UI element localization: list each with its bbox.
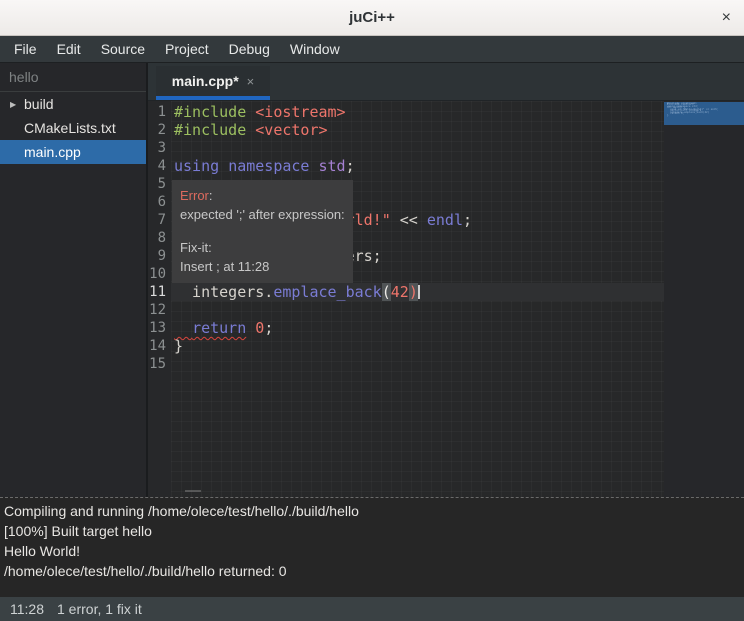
code-token (246, 103, 255, 121)
code-token (246, 121, 255, 139)
code-line[interactable]: #include <vector> (171, 121, 664, 139)
tab-bar: main.cpp* × (148, 63, 744, 101)
menu-item-debug[interactable]: Debug (219, 37, 280, 61)
output-line: Hello World! (4, 541, 744, 561)
output-panel[interactable]: Compiling and running /home/olece/test/h… (0, 497, 744, 597)
line-number: 12 (148, 301, 171, 319)
code-line[interactable]: integers.emplace_back(42) (171, 283, 664, 301)
menu-item-source[interactable]: Source (91, 37, 155, 61)
error-label: Error (180, 188, 209, 203)
pane-resize-handle[interactable] (185, 490, 201, 492)
line-number: 3 (148, 139, 171, 157)
code-line[interactable]: return 0; (171, 319, 664, 337)
code-token: 42 (391, 283, 409, 301)
diagnostics-status[interactable]: 1 error, 1 fix it (57, 601, 142, 617)
line-number: 1 (148, 103, 171, 121)
line-number: 6 (148, 193, 171, 211)
menu-item-project[interactable]: Project (155, 37, 219, 61)
status-bar: 11:28 1 error, 1 fix it (0, 597, 744, 621)
tooltip-fixit-text: Insert ; at 11:28 (180, 257, 345, 276)
code-text-area[interactable]: #include <iostream>#include <vector>usin… (171, 101, 664, 497)
code-editor[interactable]: 123456789101112131415 #include <iostream… (148, 101, 744, 497)
code-token (246, 319, 255, 337)
code-line[interactable] (171, 355, 664, 373)
code-token: <iostream> (255, 103, 345, 121)
output-line: Compiling and running /home/olece/test/h… (4, 501, 744, 521)
line-number: 10 (148, 265, 171, 283)
code-token: #include (174, 103, 246, 121)
code-token: integers. (174, 283, 273, 301)
editor-region: main.cpp* × 123456789101112131415 #inclu… (148, 63, 744, 497)
line-number: 14 (148, 337, 171, 355)
expander-icon[interactable]: ▶ (10, 100, 24, 109)
line-number-gutter: 123456789101112131415 (148, 101, 171, 497)
code-token: endl (427, 211, 463, 229)
minimap-viewport[interactable]: #include <iostream>#include <vector>usin… (664, 102, 744, 125)
code-token: namespace (228, 157, 309, 175)
code-token: } (174, 337, 183, 355)
sidebar-item-cmakelists-txt[interactable]: CMakeLists.txt (0, 116, 146, 140)
tab-main-cpp[interactable]: main.cpp* × (156, 66, 270, 100)
sidebar-item-main-cpp[interactable]: main.cpp (0, 140, 146, 164)
line-number: 11 (148, 283, 171, 301)
code-token: std (319, 157, 346, 175)
line-number: 7 (148, 211, 171, 229)
tooltip-fixit-label: Fix-it: (180, 238, 345, 257)
line-number: 4 (148, 157, 171, 175)
menu-item-window[interactable]: Window (280, 37, 350, 61)
tooltip-message: expected ';' after expression: (180, 205, 345, 224)
code-token (174, 319, 192, 337)
code-token: 0 (255, 319, 264, 337)
line-number: 13 (148, 319, 171, 337)
file-label: CMakeLists.txt (24, 120, 116, 136)
diagnostic-tooltip: Error: expected ';' after expression: Fi… (172, 180, 353, 283)
main-area: hello ▶build CMakeLists.txt main.cpp main.… (0, 62, 744, 497)
code-token: emplace_back (273, 283, 381, 301)
error-colon: : (209, 188, 213, 203)
code-line[interactable] (171, 139, 664, 157)
code-token: <vector> (255, 121, 327, 139)
code-token: ( (382, 283, 391, 301)
file-tree: ▶build CMakeLists.txt main.cpp (0, 92, 146, 164)
text-cursor (418, 285, 420, 299)
cursor-position: 11:28 (10, 601, 44, 617)
output-line: [100%] Built target hello (4, 521, 744, 541)
code-token: ; (264, 319, 273, 337)
line-number: 8 (148, 229, 171, 247)
line-number: 15 (148, 355, 171, 373)
code-line[interactable]: } (171, 337, 664, 355)
tooltip-error-row: Error: (180, 186, 345, 205)
menu-item-edit[interactable]: Edit (47, 37, 91, 61)
code-token: using (174, 157, 219, 175)
line-number: 9 (148, 247, 171, 265)
line-number: 5 (148, 175, 171, 193)
sidebar-item-build[interactable]: ▶build (0, 92, 146, 116)
output-line: /home/olece/test/hello/./build/hello ret… (4, 561, 744, 581)
menu-item-file[interactable]: File (4, 37, 47, 61)
minimap[interactable]: #include <iostream>#include <vector>usin… (664, 101, 744, 497)
code-token: return (192, 319, 246, 337)
tab-close-icon[interactable]: × (247, 74, 255, 89)
sidebar: hello ▶build CMakeLists.txt main.cpp (0, 63, 146, 497)
tab-label: main.cpp* (172, 73, 239, 89)
code-line[interactable] (171, 301, 664, 319)
code-token (309, 157, 318, 175)
code-token: ) (409, 283, 418, 301)
project-name: hello (0, 63, 146, 92)
file-label: build (24, 96, 54, 112)
code-line[interactable]: #include <iostream> (171, 103, 664, 121)
code-token: #include (174, 121, 246, 139)
title-bar[interactable]: juCi++ × (0, 0, 744, 36)
window-title: juCi++ (349, 9, 395, 26)
code-token: ; (463, 211, 472, 229)
code-token: ; (346, 157, 355, 175)
menu-bar: FileEditSourceProjectDebugWindow (0, 36, 744, 62)
code-token (219, 157, 228, 175)
line-number: 2 (148, 121, 171, 139)
code-token: << (391, 211, 427, 229)
code-line[interactable]: using namespace std; (171, 157, 664, 175)
file-label: main.cpp (24, 144, 81, 160)
window-close-icon[interactable]: × (722, 10, 731, 26)
